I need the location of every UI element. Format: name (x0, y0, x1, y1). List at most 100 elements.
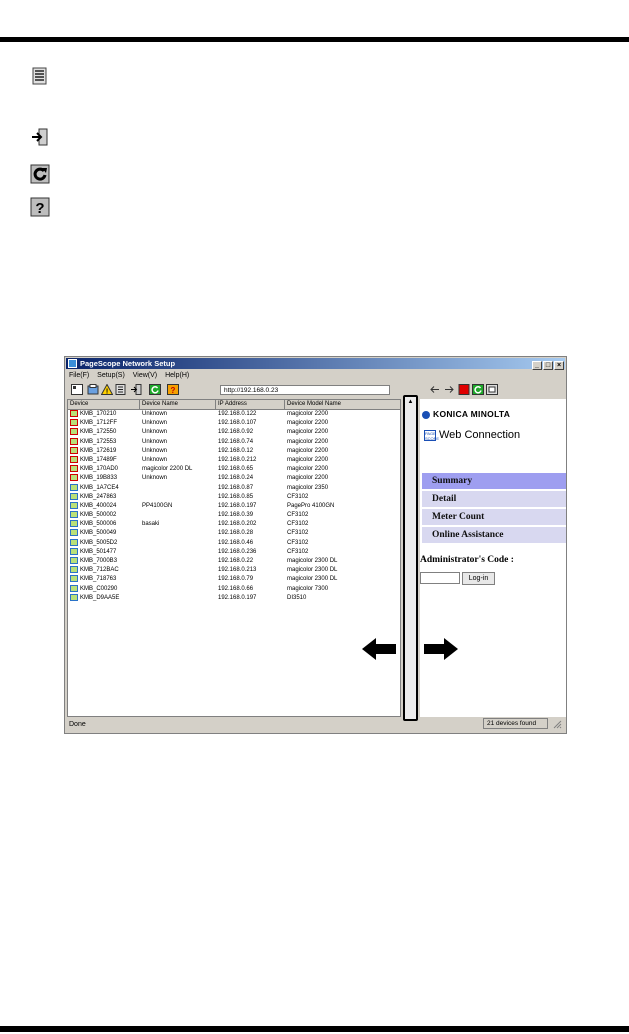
ip-address-cell: 192.168.0.12 (218, 447, 254, 454)
reload-icon[interactable] (472, 384, 484, 395)
device-id-cell: KMB_17489F (80, 456, 117, 463)
forward-icon[interactable] (443, 384, 455, 395)
table-row[interactable]: KMB_718763 192.168.0.79 magicolor 2300 DL (68, 575, 400, 584)
printer-icon (70, 547, 78, 555)
list-icon (32, 67, 47, 85)
refresh-icon[interactable] (149, 384, 161, 395)
table-row[interactable]: KMB_C00290 192.168.0.66 magicolor 7300 (68, 584, 400, 594)
device-count: 21 devices found (483, 718, 548, 729)
printer-warning-icon (70, 428, 78, 436)
table-row[interactable]: KMB_1A7CE4 192.168.0.87 magicolor 2350 (68, 483, 400, 493)
table-row[interactable]: KMB_170210 Unknown 192.168.0.122 magicolor … (68, 410, 400, 419)
column-device-name[interactable]: Device Name (140, 400, 216, 409)
device-id-cell: KMB_500006 (80, 521, 117, 528)
table-row[interactable]: KMB_712BAC 192.168.0.213 magicolor 2300 DL (68, 566, 400, 575)
ip-address-cell: 192.168.0.212 (218, 456, 257, 463)
table-row[interactable]: KMB_500006 basaki 192.168.0.202 CF3102 (68, 520, 400, 529)
model-name-cell: PagePro 4100GN (287, 502, 335, 509)
table-row[interactable]: KMB_5005D2 192.168.0.46 CF3102 (68, 538, 400, 548)
device-rows: KMB_170210 Unknown 192.168.0.122 magicolor … (68, 410, 400, 603)
minimize-button[interactable]: _ (532, 361, 542, 370)
model-name-cell: magicolor 2200 (287, 456, 329, 463)
exit-icon (32, 128, 48, 146)
device-id-cell: KMB_718763 (80, 576, 117, 583)
close-button[interactable]: × (554, 361, 564, 370)
menu-online-assistance[interactable]: Online Assistance (422, 527, 566, 544)
table-row[interactable]: KMB_500049 192.168.0.28 CF3102 (68, 529, 400, 538)
menu-view[interactable]: View(V) (133, 372, 157, 379)
home-icon[interactable] (486, 384, 498, 395)
printer-warning-icon (70, 437, 78, 445)
ip-address-cell: 192.168.0.46 (218, 539, 254, 546)
product-name: Web Connection (439, 429, 521, 441)
table-row[interactable]: KMB_172619 Unknown 192.168.0.12 magicolor 2… (68, 446, 400, 456)
device-id-cell: KMB_501477 (80, 548, 117, 555)
device-id-cell: KMB_500049 (80, 530, 117, 537)
model-name-cell: magicolor 2200 (287, 411, 329, 417)
column-model-name[interactable]: Device Model Name (285, 400, 400, 409)
table-row[interactable]: KMB_172550 Unknown 192.168.0.92 magicolor 2… (68, 428, 400, 437)
device-id-cell: KMB_172553 (80, 438, 117, 445)
ip-address-cell: 192.168.0.79 (218, 576, 254, 583)
stop-icon[interactable] (458, 384, 470, 395)
menu-detail[interactable]: Detail (422, 491, 566, 508)
table-row[interactable]: KMB_17489F Unknown 192.168.0.212 magicolor … (68, 455, 400, 465)
resize-grip-icon[interactable] (553, 720, 562, 729)
help-icon[interactable]: ? (167, 384, 179, 395)
login-button[interactable]: Log-in (462, 572, 495, 585)
table-row[interactable]: KMB_400024 PP4100GN 192.168.0.197 PagePro 4… (68, 501, 400, 511)
menu-summary[interactable]: Summary (422, 473, 566, 490)
table-row[interactable]: KMB_247863 192.168.0.85 CF3102 (68, 492, 400, 502)
model-name-cell: magicolor 2200 (287, 475, 329, 482)
exit-icon[interactable] (130, 384, 142, 395)
refresh-icon (30, 164, 50, 184)
printer-warning-icon (70, 419, 78, 427)
model-name-cell: CF3102 (287, 539, 309, 546)
device-id-cell: KMB_247863 (80, 493, 117, 500)
table-row[interactable]: KMB_19B833 Unknown 192.168.0.24 magicolor 2… (68, 474, 400, 483)
product-logo: PAGE SCOPEWeb Connection (424, 429, 520, 441)
back-icon[interactable] (429, 384, 441, 395)
maximize-button[interactable]: □ (543, 361, 553, 370)
column-ip-address[interactable]: IP Address (216, 400, 285, 409)
model-name-cell: CF3102 (287, 548, 309, 555)
menu-file[interactable]: File(F) (69, 372, 89, 379)
table-row[interactable]: KMB_D9AA5E 192.168.0.197 DI3510 (68, 593, 400, 603)
admin-code-input[interactable] (420, 572, 460, 584)
scroll-up-icon[interactable]: ▲ (407, 399, 414, 406)
printer-icon (70, 538, 78, 546)
app-window: PageScope Network Setup _ □ × File(F) Setu… (64, 356, 567, 734)
table-row[interactable]: KMB_172553 Unknown 192.168.0.74 magicolor 2… (68, 437, 400, 447)
ip-address-cell: 192.168.0.39 (218, 512, 254, 519)
brand-name: KONICA MINOLTA (433, 409, 511, 419)
device-name-cell: Unknown (142, 447, 168, 454)
list-icon[interactable] (115, 384, 127, 395)
scrollbar[interactable]: ▲ (403, 395, 418, 721)
svg-text:?: ? (35, 200, 44, 217)
device-id-cell: KMB_C00290 (80, 585, 118, 592)
address-field[interactable]: http://192.168.0.23 (220, 385, 390, 395)
model-name-cell: CF3102 (287, 512, 309, 519)
column-device[interactable]: Device (68, 400, 140, 409)
table-row[interactable]: KMB_7000B3 192.168.0.22 magicolor 2300 DL (68, 557, 400, 566)
device-icon[interactable] (87, 384, 99, 395)
properties-icon[interactable] (71, 384, 83, 395)
menu-setup[interactable]: Setup(S) (97, 372, 125, 379)
printer-icon (70, 529, 78, 537)
table-row[interactable]: KMB_501477 192.168.0.236 CF3102 (68, 547, 400, 557)
warning-icon[interactable]: ! (101, 384, 113, 395)
menu-meter-count[interactable]: Meter Count (422, 509, 566, 526)
arrow-right-icon (424, 638, 458, 660)
menu-bar: File(F) Setup(S) View(V) Help(H) (69, 371, 195, 381)
ip-address-cell: 192.168.0.197 (218, 502, 257, 509)
menu-help[interactable]: Help(H) (165, 372, 189, 379)
bottom-rule (0, 1026, 629, 1032)
model-name-cell: magicolor 2200 (287, 447, 329, 454)
printer-icon (70, 501, 78, 509)
ip-address-cell: 192.168.0.65 (218, 466, 254, 473)
table-row[interactable]: KMB_1712FF Unknown 192.168.0.107 magicolor … (68, 419, 400, 428)
model-name-cell: CF3102 (287, 530, 309, 537)
table-row[interactable]: KMB_170AD0 magicolor 2200 DL 192.168.0.65 m… (68, 465, 400, 474)
printer-warning-icon (70, 410, 78, 417)
table-row[interactable]: KMB_500002 192.168.0.39 CF3102 (68, 511, 400, 520)
